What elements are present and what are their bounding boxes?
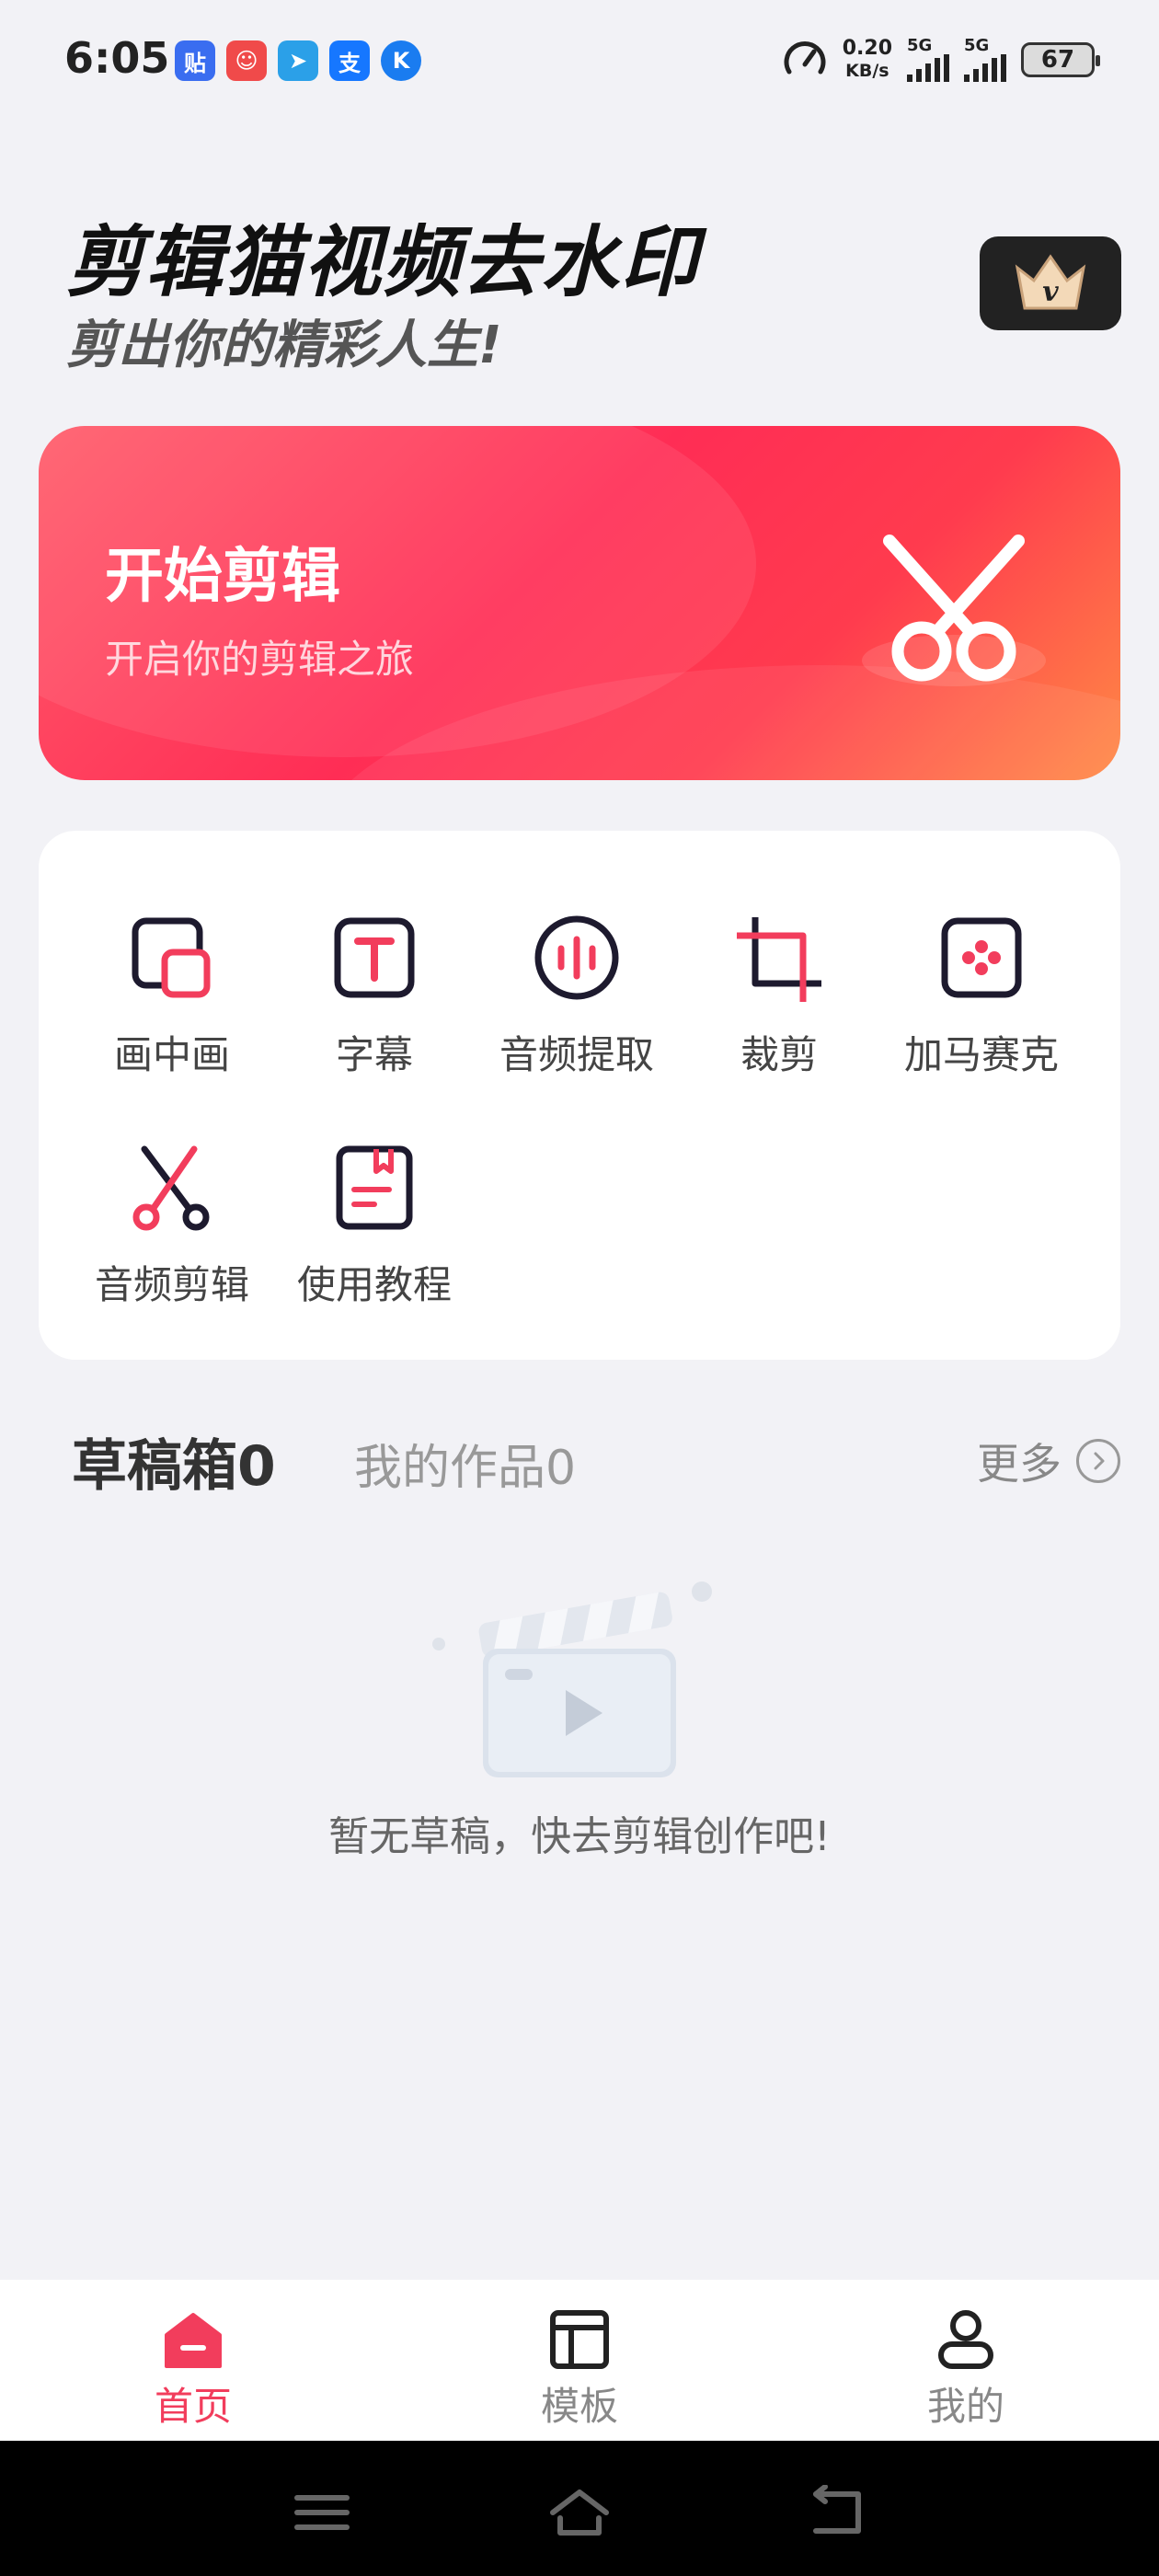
tool-picture-in-picture[interactable]: 画中画 — [71, 914, 273, 1080]
home-icon — [165, 2313, 222, 2368]
status-app-icons: 贴 ☺ ➤ 支 K — [175, 40, 421, 81]
nav-label: 我的 — [926, 2384, 1004, 2429]
nav-profile[interactable]: 我的 — [874, 2307, 1058, 2432]
k-app-icon: K — [381, 40, 421, 81]
mosaic-icon — [941, 917, 1022, 998]
vip-button[interactable]: v — [980, 236, 1121, 330]
signal-2-label: 5G — [964, 36, 990, 55]
clown-app-icon: ☺ — [226, 40, 267, 81]
tab-drafts[interactable]: 草稿箱0 — [72, 1421, 276, 1501]
tool-label: 画中画 — [113, 1032, 230, 1077]
more-label: 更多 — [977, 1439, 1061, 1489]
network-speed: 0.20 KB/s — [843, 38, 892, 82]
tool-label: 音频提取 — [499, 1032, 654, 1077]
network-speed-unit: KB/s — [845, 61, 889, 81]
signal-bars-icon — [964, 54, 1006, 82]
scissors-icon — [862, 535, 1046, 686]
speedometer-icon — [784, 41, 826, 75]
tool-subtitle[interactable]: 字幕 — [273, 914, 476, 1080]
nav-home[interactable]: 首页 — [101, 2307, 285, 2432]
paper-plane-icon: ➤ — [278, 40, 318, 81]
crop-icon — [737, 917, 821, 1002]
banner-title: 开始剪辑 — [105, 543, 340, 611]
clapperboard-icon — [432, 1581, 712, 1777]
chevron-right-icon — [1076, 1439, 1120, 1483]
app-title: 剪辑猫视频去水印 — [66, 217, 700, 307]
tool-label: 加马赛克 — [903, 1032, 1059, 1077]
signal-1: 5G — [907, 38, 949, 82]
tool-audio-extract[interactable]: 音频提取 — [476, 914, 678, 1080]
tool-tutorial[interactable]: 使用教程 — [273, 1144, 476, 1310]
tool-crop[interactable]: 裁剪 — [678, 914, 880, 1080]
tool-mosaic[interactable]: 加马赛克 — [880, 914, 1083, 1080]
home-button-icon[interactable] — [547, 2485, 612, 2540]
tool-audio-cut[interactable]: 音频剪辑 — [71, 1144, 273, 1310]
svg-text:v: v — [1042, 276, 1059, 308]
tool-label: 音频剪辑 — [94, 1262, 249, 1307]
status-indicators: 0.20 KB/s 5G 5G 67 — [782, 37, 1100, 83]
tutorial-icon — [336, 1145, 413, 1230]
nav-label: 模板 — [540, 2384, 618, 2429]
start-editing-banner[interactable]: 开始剪辑 开启你的剪辑之旅 — [39, 426, 1120, 780]
banner-subtitle: 开启你的剪辑之旅 — [105, 637, 415, 682]
tab-my-works[interactable]: 我的作品0 — [354, 1429, 576, 1498]
signal-bars-icon — [907, 54, 949, 82]
vip-crown-icon: v — [1015, 254, 1086, 310]
more-button[interactable]: 更多 — [977, 1431, 1120, 1491]
back-icon[interactable] — [805, 2485, 869, 2540]
signal-1-label: 5G — [907, 36, 933, 55]
bottom-navigation: 首页 模板 我的 — [0, 2280, 1159, 2441]
alipay-icon: 支 — [329, 40, 370, 81]
network-speed-value: 0.20 — [842, 37, 892, 60]
template-icon — [550, 2310, 609, 2369]
audio-extract-icon — [534, 915, 619, 1000]
signal-2: 5G — [964, 38, 1006, 82]
tools-panel: 画中画 字幕 音频提取 裁剪 加马赛克 音频剪辑 使用教程 — [39, 831, 1120, 1360]
tool-label: 使用教程 — [296, 1262, 452, 1307]
audio-cut-icon — [132, 1145, 210, 1231]
menu-icon[interactable] — [290, 2485, 354, 2540]
tieba-icon: 贴 — [175, 40, 215, 81]
nav-templates[interactable]: 模板 — [488, 2307, 671, 2432]
tool-label: 字幕 — [335, 1032, 413, 1077]
nav-label: 首页 — [154, 2384, 232, 2429]
app-slogan: 剪出你的精彩人生! — [66, 316, 502, 375]
battery-indicator: 67 — [1021, 42, 1100, 77]
empty-state-text: 暂无草稿，快去剪辑创作吧! — [328, 1813, 831, 1860]
tool-label: 裁剪 — [740, 1032, 818, 1077]
subtitle-icon — [334, 917, 415, 998]
status-bar: 6:05 贴 ☺ ➤ 支 K 0.20 KB/s 5G 5G 67 — [0, 0, 1159, 124]
profile-icon — [938, 2310, 993, 2369]
picture-in-picture-icon — [132, 917, 211, 998]
system-navigation-bar — [0, 2441, 1159, 2576]
status-time: 6:05 — [64, 33, 170, 83]
